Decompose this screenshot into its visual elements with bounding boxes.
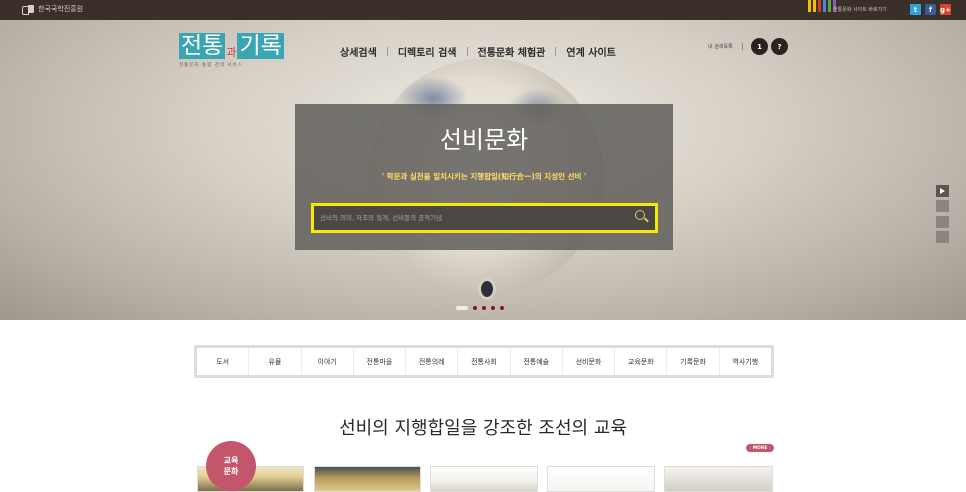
site-logo[interactable]: 전통 과 기록 전통문화 통합 검색 서비스 xyxy=(179,33,284,68)
nav-divider xyxy=(466,47,468,56)
nav-advanced-search[interactable]: 상세검색 xyxy=(340,44,377,59)
education-culture-badge: 교육 문화 xyxy=(206,441,256,491)
more-button[interactable]: MORE xyxy=(746,444,774,452)
slide-dot-2[interactable] xyxy=(473,306,477,310)
org-name: 한국국학진흥원 xyxy=(38,5,84,13)
slide-dot-4[interactable] xyxy=(491,306,495,310)
slideshow-play-button[interactable] xyxy=(936,185,949,197)
hero-banner: 전통 과 기록 전통문화 통합 검색 서비스 상세검색 디렉토리 검색 전통문화… xyxy=(0,20,966,320)
hero-description: ' 학문과 실천을 일치시키는 지행합일(知行合一)의 지성인 선비 ' xyxy=(381,172,587,181)
my-search-list-link[interactable]: 내 검색목록 xyxy=(708,43,733,50)
category-item-3[interactable]: 이야기 xyxy=(302,348,354,375)
header-util-divider xyxy=(742,43,743,50)
shortcut-color-bar xyxy=(808,0,811,12)
category-item-7[interactable]: 전통예술 xyxy=(511,348,563,375)
org-logo-icon xyxy=(22,4,34,15)
category-menu: 도서 유물 이야기 전통마을 전통의례 전통사회 전통예술 선비문화 교육문화 기록문화 역사기행 xyxy=(194,345,774,378)
search-icon-handle xyxy=(644,217,649,223)
logo-middle: 과 xyxy=(226,46,237,59)
vase-spout-image xyxy=(478,278,496,300)
category-item-5[interactable]: 전통의례 xyxy=(406,348,459,375)
category-item-1[interactable]: 도서 xyxy=(197,348,250,375)
hero-search-panel: 선비문화 ' 학문과 실천을 일치시키는 지행합일(知行合一)의 지성인 선비 … xyxy=(295,104,673,250)
category-item-4[interactable]: 전통마을 xyxy=(354,348,407,375)
logo-part1: 전통 xyxy=(179,33,226,59)
slide-dot-3[interactable] xyxy=(482,306,486,310)
logo-subtitle: 전통문화 통합 검색 서비스 xyxy=(179,63,243,68)
shortcut-color-bars[interactable] xyxy=(808,0,836,12)
section-title: 선비의 지행합일을 강조한 조선의 교육 xyxy=(339,418,627,439)
nav-culture-experience[interactable]: 전통문화 체험관 xyxy=(478,44,546,59)
thumbnail-card-4[interactable] xyxy=(547,466,655,492)
nav-directory-search[interactable]: 디렉토리 검색 xyxy=(398,44,457,59)
slide-pagination xyxy=(456,306,504,310)
help-button[interactable]: ? xyxy=(771,38,788,55)
shortcut-color-bar xyxy=(828,0,831,12)
slide-thumb-button-2[interactable] xyxy=(936,216,949,228)
shortcut-color-bar xyxy=(823,0,826,12)
main-navigation: 상세검색 디렉토리 검색 전통문화 체험관 연계 사이트 xyxy=(340,44,616,59)
search-icon[interactable] xyxy=(633,209,649,225)
badge-line-1: 교육 xyxy=(223,456,239,465)
slide-thumb-button-3[interactable] xyxy=(936,231,949,243)
slide-dot-5[interactable] xyxy=(500,306,504,310)
nav-related-sites[interactable]: 연계 사이트 xyxy=(566,44,615,59)
category-item-6[interactable]: 전통사회 xyxy=(458,348,511,375)
category-item-2[interactable]: 유물 xyxy=(249,348,302,375)
category-item-11[interactable]: 역사기행 xyxy=(720,348,771,375)
category-item-10[interactable]: 기록문화 xyxy=(667,348,720,375)
badge-line-2: 문화 xyxy=(223,467,239,476)
category-item-9[interactable]: 교육문화 xyxy=(615,348,668,375)
twitter-icon[interactable]: t xyxy=(910,4,921,15)
hero-search-box xyxy=(311,203,658,233)
thumbnail-card-2[interactable] xyxy=(314,466,421,492)
social-links: t f g+ xyxy=(910,4,951,15)
thumbnail-card-5[interactable] xyxy=(664,466,773,492)
thumbnail-card-3[interactable] xyxy=(430,466,538,492)
org-link[interactable]: 한국국학진흥원 xyxy=(22,4,84,15)
logo-wordmark: 전통 과 기록 xyxy=(179,33,284,59)
google-plus-icon[interactable]: g+ xyxy=(940,4,951,15)
culture-site-shortcut-link[interactable]: 전통문화 사이트 바로가기 xyxy=(833,6,887,13)
slide-thumb-button-1[interactable] xyxy=(936,200,949,212)
shortcut-color-bar xyxy=(818,0,821,12)
shortcut-color-bar xyxy=(813,0,816,12)
logo-part2: 기록 xyxy=(237,33,284,59)
hero-search-input[interactable] xyxy=(314,206,624,230)
number-one-button[interactable]: 1 xyxy=(751,38,768,55)
nav-divider xyxy=(555,47,557,56)
slide-dot-1[interactable] xyxy=(456,306,468,310)
nav-divider xyxy=(386,47,388,56)
hero-title: 선비문화 xyxy=(439,126,529,154)
top-utility-bar: 한국국학진흥원 전통문화 사이트 바로가기 t f g+ xyxy=(0,0,966,20)
category-item-8[interactable]: 선비문화 xyxy=(563,348,616,375)
facebook-icon[interactable]: f xyxy=(925,4,936,15)
